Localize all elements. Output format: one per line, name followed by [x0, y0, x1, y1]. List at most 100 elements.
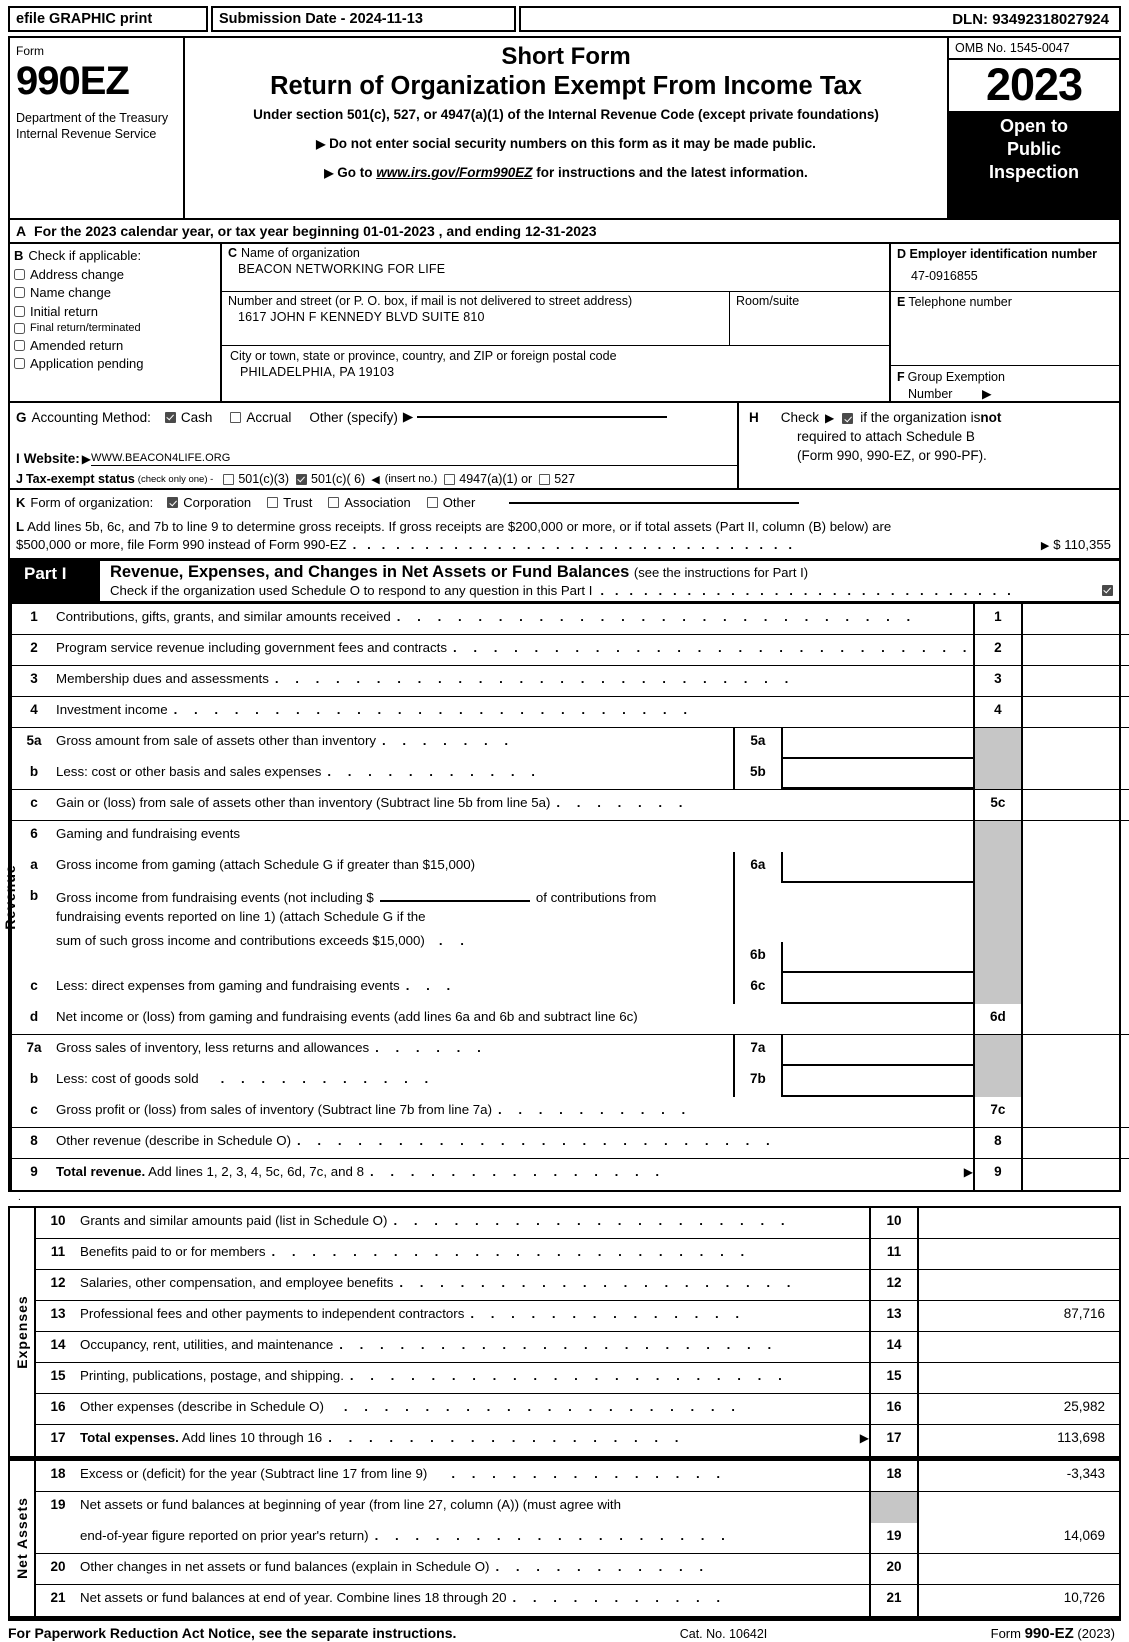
part1-title-row: Revenue, Expenses, and Changes in Net As…: [110, 563, 1113, 582]
checkbox-icon[interactable]: [14, 322, 25, 334]
amount-cell[interactable]: -3,343: [919, 1461, 1119, 1491]
amount-cell[interactable]: [1023, 790, 1129, 820]
row-text: Printing, publications, postage, and shi…: [80, 1363, 869, 1393]
checkbox-address-change[interactable]: Address change: [14, 267, 220, 282]
org-city-value: PHILADELPHIA, PA 19103: [240, 365, 395, 379]
amount-cell[interactable]: [919, 1363, 1119, 1393]
sub-amount-cell[interactable]: [782, 942, 973, 973]
checkbox-icon[interactable]: [328, 497, 340, 508]
radio-association[interactable]: Association: [328, 495, 411, 510]
line-number-cell: 5c: [972, 789, 1023, 820]
line-number-cell: 4: [972, 696, 1023, 727]
form-footer-prefix: Form: [990, 1625, 1025, 1641]
net-assets-side-label: Net Assets: [10, 1460, 36, 1616]
checkbox-checked-icon[interactable]: [164, 411, 176, 423]
checkbox-icon[interactable]: [14, 287, 25, 298]
checkbox-icon[interactable]: [14, 358, 25, 369]
radio-trust[interactable]: Trust: [267, 495, 312, 510]
checkbox-final-return-terminated[interactable]: Final return/terminated: [14, 322, 220, 334]
checkbox-icon[interactable]: [426, 497, 438, 508]
amount-cell[interactable]: 25,982: [919, 1394, 1119, 1424]
amount-cell[interactable]: 17,304: [1023, 635, 1129, 665]
accounting-other-input[interactable]: [417, 416, 668, 418]
checkbox-icon[interactable]: [539, 473, 551, 485]
radio-501c6[interactable]: 501(c)( 6): [296, 472, 365, 486]
checkbox-initial-return[interactable]: Initial return: [14, 304, 220, 319]
checkbox-icon[interactable]: [267, 497, 279, 508]
checkbox-icon[interactable]: [14, 268, 25, 280]
section-c-label: C: [228, 246, 238, 260]
checkbox-name-change[interactable]: Name change: [14, 285, 220, 300]
sub-amount-cell[interactable]: [782, 973, 973, 1004]
form-of-org-other-input[interactable]: [509, 501, 800, 504]
line-number-cell: 2: [972, 634, 1023, 665]
amount-cell[interactable]: 82,483: [1023, 666, 1129, 696]
checkbox-checked-icon[interactable]: [296, 473, 308, 485]
amount-cell[interactable]: [919, 1554, 1119, 1584]
row-label: Add lines 10 through 16: [178, 1429, 323, 1445]
amount-cell[interactable]: [919, 1332, 1119, 1362]
row-text: Total expenses. Add lines 10 through 16 …: [80, 1425, 869, 1456]
amount-cell: [1023, 883, 1129, 973]
table-row: 1 Contributions, gifts, grants, and simi…: [12, 603, 1129, 635]
fundraising-amount-input[interactable]: [379, 888, 530, 902]
row-text: Benefits paid to or for members . . . . .…: [80, 1239, 869, 1269]
sub-amount-cell[interactable]: [782, 1066, 973, 1097]
amount-cell[interactable]: [919, 1208, 1119, 1238]
amount-cell[interactable]: 14,069: [919, 1523, 1119, 1553]
cat-no: Cat. No. 10642I: [679, 1626, 768, 1641]
amount-cell[interactable]: [919, 1270, 1119, 1300]
goto-suffix: for instructions and the latest informat…: [532, 165, 808, 181]
dot-leader: . . . . . . . . . . . . . . . . . . . . …: [271, 1243, 751, 1259]
checkbox-checked-icon[interactable]: [167, 497, 179, 508]
checkbox-application-pending[interactable]: Application pending: [14, 356, 220, 371]
amount-cell[interactable]: 10,416: [1023, 604, 1129, 634]
sub-amount-cell[interactable]: [782, 1035, 973, 1066]
check-only-one-note: (check only one) -: [137, 473, 214, 485]
amount-cell[interactable]: 87,716: [919, 1301, 1119, 1331]
line-a-text: For the 2023 calendar year, or tax year …: [34, 223, 597, 239]
triangle-bullet-icon-2: ▶: [324, 166, 334, 181]
radio-501c3[interactable]: 501(c)(3): [223, 472, 289, 486]
checkbox-amended-return[interactable]: Amended return: [14, 338, 220, 353]
amount-cell[interactable]: [1023, 1128, 1129, 1158]
row-number: 5a: [26, 732, 42, 748]
amount-cell[interactable]: [919, 1239, 1119, 1269]
radio-cash[interactable]: Cash: [164, 410, 212, 425]
checkbox-icon[interactable]: [14, 339, 25, 351]
radio-other[interactable]: Other: [426, 495, 475, 510]
radio-corporation[interactable]: Corporation: [167, 495, 251, 510]
amount-cell[interactable]: [1023, 1004, 1129, 1034]
sub-amount-cell[interactable]: [782, 759, 973, 789]
amount-cell[interactable]: 152: [1023, 697, 1129, 727]
checkbox-icon[interactable]: [444, 473, 456, 485]
sub-amount-cell[interactable]: [782, 728, 973, 759]
irs-form990ez-link[interactable]: www.irs.gov/Form990EZ: [376, 165, 532, 180]
org-info-block: B Check if applicable: Address change Nam…: [8, 242, 1121, 401]
website-url-value[interactable]: WWW.BEACON4LIFE.ORG: [91, 452, 737, 466]
line-number-cell: 10: [869, 1207, 919, 1238]
form-subtitle: Under section 501(c), 527, or 4947(a)(1)…: [253, 107, 879, 123]
section-c-address-block: C Name of organization BEACON NETWORKING …: [220, 244, 891, 401]
amount-cell[interactable]: 110,355: [1023, 1159, 1129, 1190]
checkbox-icon[interactable]: [223, 473, 235, 485]
sub-amount-cell[interactable]: [782, 852, 973, 883]
radio-accrual[interactable]: Accrual: [230, 410, 291, 425]
amount-cell[interactable]: 10,726: [919, 1585, 1119, 1616]
radio-4947a1[interactable]: 4947(a)(1) or: [444, 472, 532, 486]
amount-cell[interactable]: [1023, 1097, 1129, 1127]
checkbox-icon[interactable]: [14, 305, 25, 317]
row-text: Gross amount from sale of assets other t…: [56, 728, 733, 759]
amount-cell[interactable]: 113,698: [919, 1425, 1119, 1456]
checkbox-icon[interactable]: [230, 411, 242, 423]
amount-cell: [1023, 821, 1129, 852]
row-number: 17: [50, 1429, 66, 1445]
row-text: Other changes in net assets or fund bala…: [80, 1554, 869, 1584]
checkbox-checked-icon[interactable]: [842, 412, 854, 424]
row-label: Occupancy, rent, utilities, and maintena…: [80, 1336, 334, 1352]
checkbox-checked-icon[interactable]: [1102, 584, 1113, 596]
dot-leader: . . . . . . .: [382, 732, 515, 748]
table-row: end-of-year figure reported on prior yea…: [36, 1522, 1119, 1554]
radio-527[interactable]: 527: [539, 472, 575, 486]
fundraising-line1-b: of contributions from: [535, 889, 657, 905]
